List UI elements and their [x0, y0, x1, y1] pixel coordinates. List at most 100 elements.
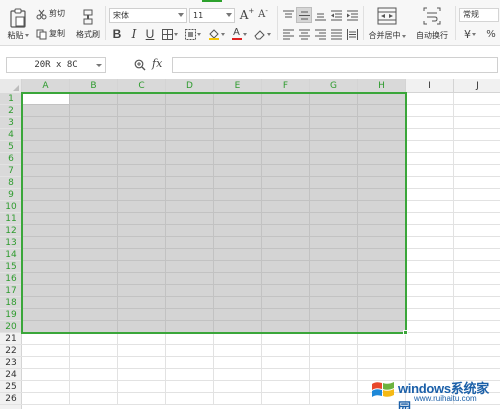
cell-j4[interactable] — [454, 129, 500, 141]
cell-c13[interactable] — [118, 237, 166, 249]
cell-e1[interactable] — [214, 93, 262, 105]
row-header-8[interactable]: 8 — [0, 177, 22, 189]
cell-b3[interactable] — [70, 117, 118, 129]
cell-g15[interactable] — [310, 261, 358, 273]
cell-d17[interactable] — [166, 285, 214, 297]
row-header-14[interactable]: 14 — [0, 249, 22, 261]
cell-a25[interactable] — [22, 381, 70, 393]
cell-j12[interactable] — [454, 225, 500, 237]
cell-f7[interactable] — [262, 165, 310, 177]
cell-e26[interactable] — [214, 393, 262, 405]
cell-a16[interactable] — [22, 273, 70, 285]
merge-center-button[interactable]: 合并居中 — [366, 4, 408, 44]
cell-g4[interactable] — [310, 129, 358, 141]
cell-h13[interactable] — [358, 237, 406, 249]
cell-c12[interactable] — [118, 225, 166, 237]
cell-g16[interactable] — [310, 273, 358, 285]
cell-i16[interactable] — [406, 273, 454, 285]
cell-a24[interactable] — [22, 369, 70, 381]
cell-c17[interactable] — [118, 285, 166, 297]
cell-e2[interactable] — [214, 105, 262, 117]
row-header-1[interactable]: 1 — [0, 93, 22, 105]
cell-d11[interactable] — [166, 213, 214, 225]
paste-button[interactable]: 粘贴 — [6, 4, 30, 44]
cell-e8[interactable] — [214, 177, 262, 189]
cell-e4[interactable] — [214, 129, 262, 141]
cell-a20[interactable] — [22, 321, 70, 333]
cell-h20[interactable] — [358, 321, 406, 333]
cell-f8[interactable] — [262, 177, 310, 189]
cell-f13[interactable] — [262, 237, 310, 249]
cell-a8[interactable] — [22, 177, 70, 189]
cell-g6[interactable] — [310, 153, 358, 165]
cell-a3[interactable] — [22, 117, 70, 129]
cell-h15[interactable] — [358, 261, 406, 273]
cell-g25[interactable] — [310, 381, 358, 393]
justify-button[interactable] — [329, 27, 343, 41]
cell-j1[interactable] — [454, 93, 500, 105]
cell-i5[interactable] — [406, 141, 454, 153]
cell-e5[interactable] — [214, 141, 262, 153]
cell-b22[interactable] — [70, 345, 118, 357]
cell-f18[interactable] — [262, 297, 310, 309]
cell-c19[interactable] — [118, 309, 166, 321]
align-left-button[interactable] — [281, 27, 295, 41]
cell-f11[interactable] — [262, 213, 310, 225]
cell-c25[interactable] — [118, 381, 166, 393]
cell-b25[interactable] — [70, 381, 118, 393]
cell-j9[interactable] — [454, 189, 500, 201]
cell-b19[interactable] — [70, 309, 118, 321]
cell-a22[interactable] — [22, 345, 70, 357]
cell-c7[interactable] — [118, 165, 166, 177]
cell-g24[interactable] — [310, 369, 358, 381]
row-header-21[interactable]: 21 — [0, 333, 22, 345]
decrease-font-button[interactable]: A- — [256, 7, 270, 23]
cell-i19[interactable] — [406, 309, 454, 321]
underline-button[interactable]: U — [143, 27, 157, 41]
format-painter-button[interactable]: 格式刷 — [74, 6, 102, 42]
percent-button[interactable]: % — [484, 27, 498, 41]
column-header-j[interactable]: J — [454, 79, 500, 93]
font-size-select[interactable]: 11 — [189, 8, 235, 23]
cell-d10[interactable] — [166, 201, 214, 213]
column-header-e[interactable]: E — [214, 79, 262, 93]
cell-d9[interactable] — [166, 189, 214, 201]
cell-i12[interactable] — [406, 225, 454, 237]
cell-a4[interactable] — [22, 129, 70, 141]
cell-g9[interactable] — [310, 189, 358, 201]
cell-h22[interactable] — [358, 345, 406, 357]
column-header-i[interactable]: I — [406, 79, 454, 93]
cell-c10[interactable] — [118, 201, 166, 213]
cell-i10[interactable] — [406, 201, 454, 213]
cell-b14[interactable] — [70, 249, 118, 261]
cell-i18[interactable] — [406, 297, 454, 309]
cell-g23[interactable] — [310, 357, 358, 369]
cell-b11[interactable] — [70, 213, 118, 225]
increase-indent-button[interactable] — [345, 8, 359, 22]
cell-d16[interactable] — [166, 273, 214, 285]
cell-a14[interactable] — [22, 249, 70, 261]
cell-c1[interactable] — [118, 93, 166, 105]
cell-b7[interactable] — [70, 165, 118, 177]
cell-g7[interactable] — [310, 165, 358, 177]
cell-j23[interactable] — [454, 357, 500, 369]
cell-e18[interactable] — [214, 297, 262, 309]
cell-d8[interactable] — [166, 177, 214, 189]
cell-a26[interactable] — [22, 393, 70, 405]
cell-d7[interactable] — [166, 165, 214, 177]
cell-g2[interactable] — [310, 105, 358, 117]
cell-b12[interactable] — [70, 225, 118, 237]
cell-j14[interactable] — [454, 249, 500, 261]
cell-f23[interactable] — [262, 357, 310, 369]
cell-e21[interactable] — [214, 333, 262, 345]
cell-d3[interactable] — [166, 117, 214, 129]
cell-a23[interactable] — [22, 357, 70, 369]
cell-g26[interactable] — [310, 393, 358, 405]
cell-d22[interactable] — [166, 345, 214, 357]
cell-e9[interactable] — [214, 189, 262, 201]
cell-d23[interactable] — [166, 357, 214, 369]
font-name-select[interactable]: 宋体 — [109, 8, 187, 23]
cell-a2[interactable] — [22, 105, 70, 117]
row-header-17[interactable]: 17 — [0, 285, 22, 297]
cell-e24[interactable] — [214, 369, 262, 381]
